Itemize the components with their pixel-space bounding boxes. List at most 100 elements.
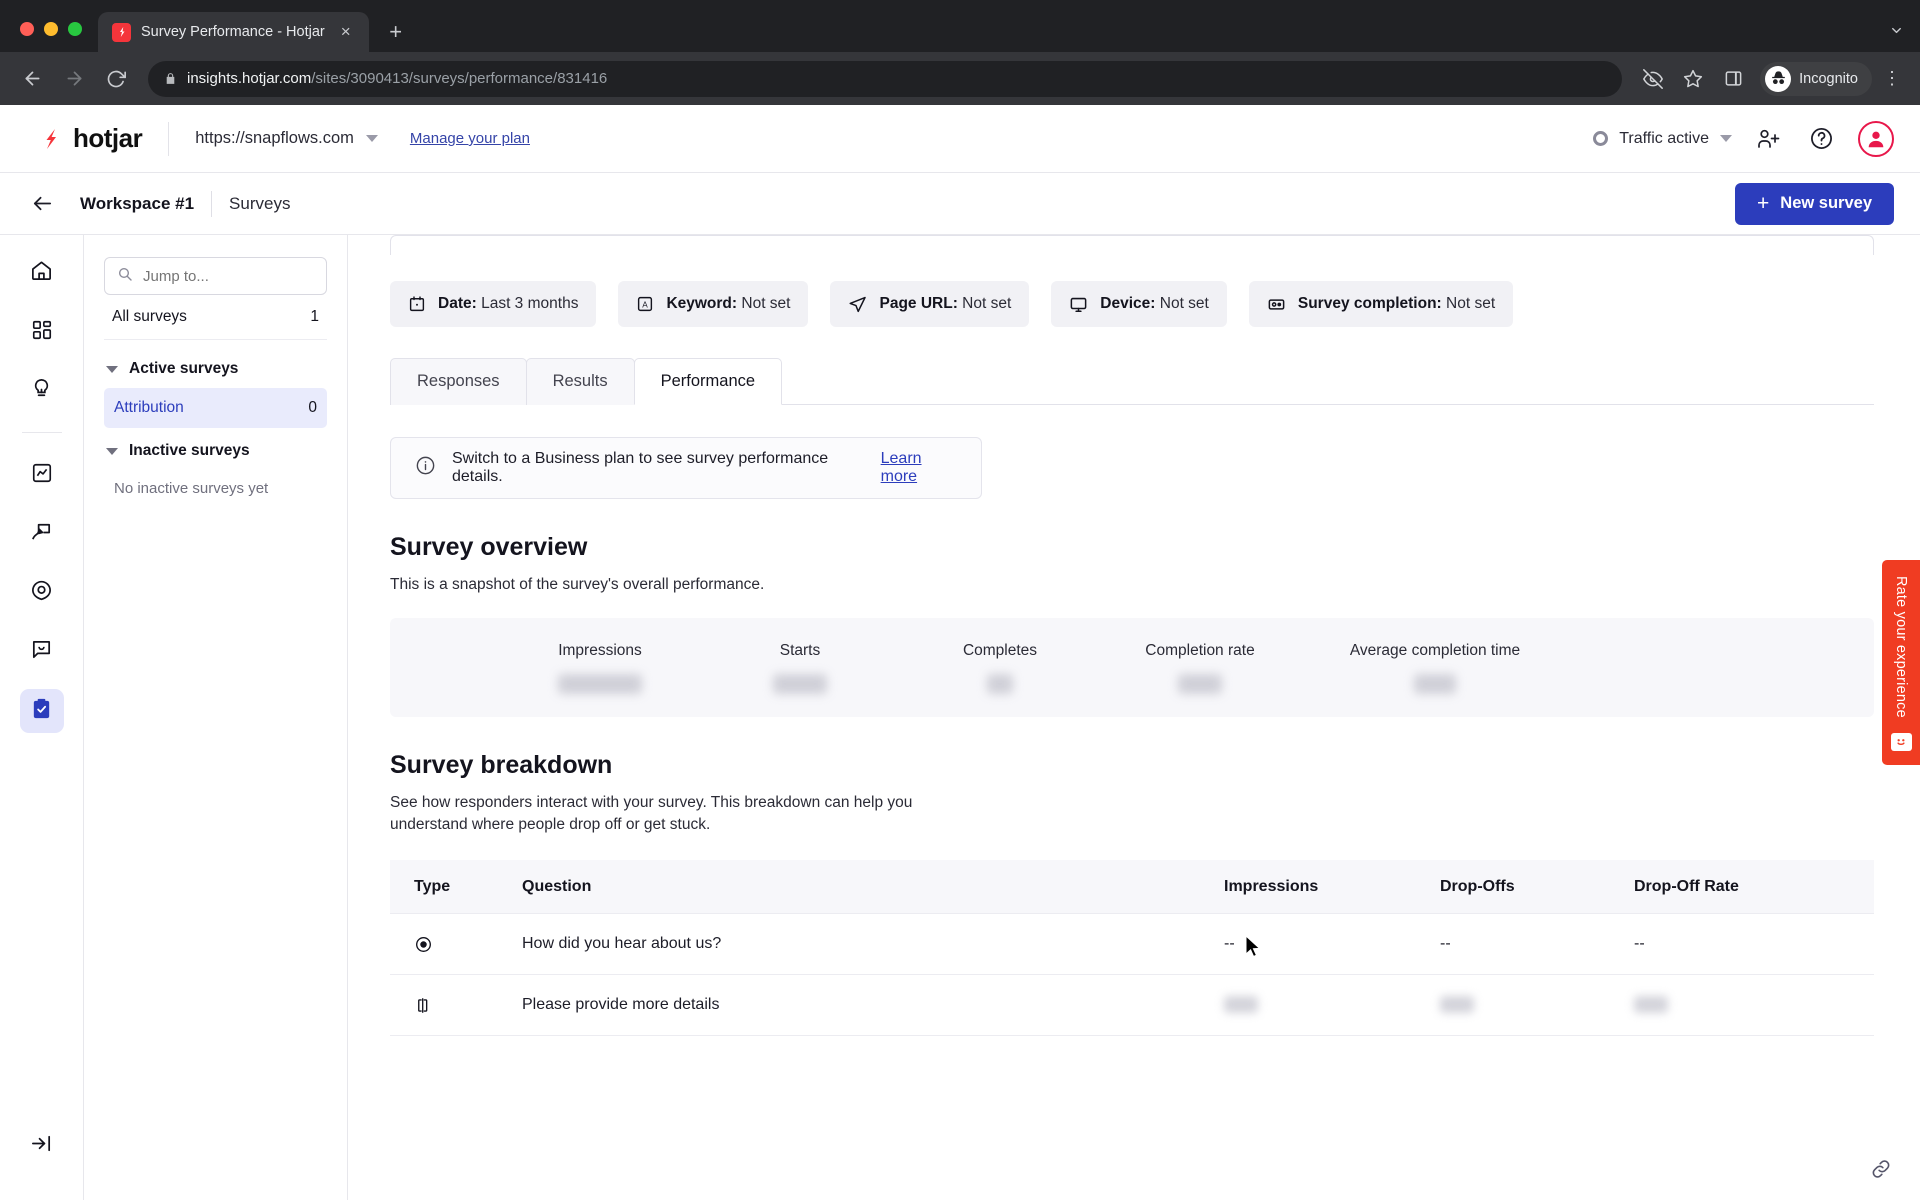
link-icon[interactable] <box>1868 1156 1894 1182</box>
reload-icon[interactable] <box>98 61 134 97</box>
collapse-panel-icon[interactable] <box>20 1121 64 1165</box>
search-input[interactable] <box>143 267 314 285</box>
minimize-window-button[interactable] <box>44 22 58 36</box>
workspace-name: Workspace #1 <box>80 193 195 213</box>
chevron-down-icon[interactable] <box>1889 23 1904 42</box>
survey-search[interactable] <box>104 257 327 295</box>
sidebar-item-feedback[interactable] <box>20 630 64 674</box>
maximize-window-button[interactable] <box>68 22 82 36</box>
row-drop-offs <box>1440 996 1634 1014</box>
hotjar-wordmark: hotjar <box>73 123 143 153</box>
close-tab-button[interactable]: × <box>335 21 357 43</box>
metric-starts: Starts <box>700 642 900 694</box>
header-divider <box>168 121 170 156</box>
traffic-status-label: Traffic active <box>1619 129 1709 147</box>
active-surveys-group[interactable]: Active surveys <box>104 346 327 388</box>
breadcrumb-separator <box>211 190 213 217</box>
profile-incognito-button[interactable]: Incognito <box>1760 61 1872 96</box>
close-window-button[interactable] <box>20 22 34 36</box>
back-arrow-icon[interactable] <box>22 184 62 224</box>
side-panel-icon[interactable] <box>1716 62 1750 96</box>
traffic-status-icon <box>1593 131 1609 146</box>
url-path: /sites/3090413/surveys/performance/83141… <box>311 70 608 87</box>
browser-tab[interactable]: Survey Performance - Hotjar × <box>98 12 369 52</box>
tab-responses[interactable]: Responses <box>390 358 527 405</box>
filter-date[interactable]: Date: Last 3 months <box>390 281 597 327</box>
filter-device[interactable]: Device: Not set <box>1051 281 1227 327</box>
back-icon[interactable] <box>14 61 50 97</box>
column-header-impressions: Impressions <box>1224 877 1319 895</box>
metric-label: Starts <box>779 641 821 659</box>
clipboard-check-icon <box>30 697 53 725</box>
site-name: https://snapflows.com <box>195 129 354 147</box>
filter-survey-completion[interactable]: Survey completion: Not set <box>1248 281 1514 327</box>
row-impressions <box>1224 996 1440 1014</box>
browser-menu-icon[interactable]: ⋮ <box>1878 68 1906 89</box>
hide-password-icon[interactable] <box>1636 62 1670 96</box>
filter-page-url[interactable]: Page URL: Not set <box>830 281 1030 327</box>
chevron-down-icon <box>106 447 118 455</box>
learn-more-link[interactable]: Learn more <box>881 450 957 486</box>
inactive-surveys-group[interactable]: Inactive surveys <box>104 428 327 470</box>
speech-bubble-icon <box>30 638 53 666</box>
bookmark-star-icon[interactable] <box>1676 62 1710 96</box>
active-surveys-label: Active surveys <box>129 360 239 377</box>
new-survey-button[interactable]: + New survey <box>1735 182 1894 225</box>
all-surveys-row[interactable]: All surveys 1 <box>104 295 327 340</box>
blurred-value <box>1634 996 1668 1014</box>
traffic-status-selector[interactable]: Traffic active <box>1593 130 1732 148</box>
search-icon <box>117 266 133 287</box>
help-icon[interactable] <box>1806 124 1836 154</box>
sidebar-item-recordings[interactable] <box>20 571 64 615</box>
survey-item-attribution[interactable]: Attribution 0 <box>104 388 327 428</box>
sidebar-item-highlights[interactable] <box>20 369 64 413</box>
survey-overview-title: Survey overview <box>390 533 588 561</box>
cursor-flag-icon <box>30 520 53 548</box>
column-header-type: Type <box>414 877 451 895</box>
upgrade-banner: Switch to a Business plan to see survey … <box>390 437 982 499</box>
page-content: hotjar https://snapflows.com Manage your… <box>0 105 1920 1200</box>
nav-rail <box>0 235 84 1200</box>
workspace-bar: Workspace #1 Surveys + New survey <box>0 173 1920 235</box>
sidebar-item-home[interactable] <box>20 251 64 295</box>
site-selector[interactable]: https://snapflows.com <box>195 129 378 148</box>
metric-value-blurred <box>1178 673 1222 694</box>
account-avatar[interactable] <box>1858 120 1894 157</box>
filter-bar: Date: Last 3 months A Keyword: Not set P… <box>390 255 1874 327</box>
sidebar-item-surveys[interactable] <box>19 689 64 733</box>
inactive-empty-note: No inactive surveys yet <box>114 480 269 497</box>
column-header-drop-offs: Drop-Offs <box>1440 877 1515 895</box>
table-header-row: Type Question Impressions Drop-Offs Drop… <box>390 860 1874 914</box>
all-surveys-label: All surveys <box>112 308 187 325</box>
calendar-icon <box>408 295 426 313</box>
invite-user-icon[interactable] <box>1754 124 1784 154</box>
rate-experience-label: Rate your experience <box>1893 576 1909 718</box>
forward-icon[interactable] <box>56 61 92 97</box>
filter-keyword-label: Keyword: <box>666 295 738 312</box>
table-row[interactable]: Please provide more details <box>390 975 1874 1036</box>
lightbulb-icon <box>30 377 53 405</box>
filter-date-value: Last 3 months <box>481 295 579 312</box>
sidebar-item-trends[interactable] <box>20 453 64 497</box>
tab-results[interactable]: Results <box>525 358 635 405</box>
address-bar[interactable]: insights.hotjar.com/sites/3090413/survey… <box>148 60 1623 97</box>
new-tab-button[interactable]: + <box>379 15 413 49</box>
metric-completion-rate: Completion rate <box>1100 642 1300 694</box>
tab-performance[interactable]: Performance <box>633 358 783 405</box>
filter-device-label: Device: <box>1100 295 1156 312</box>
sidebar-item-dashboards[interactable] <box>20 310 64 354</box>
filter-keyword-value: Not set <box>741 295 791 312</box>
filter-page-url-value: Not set <box>962 295 1012 312</box>
metric-completes: Completes <box>900 642 1100 694</box>
content-tabs: Responses Results Performance <box>390 357 1874 405</box>
plus-icon: + <box>1757 192 1770 215</box>
incognito-icon <box>1765 65 1792 92</box>
filter-keyword[interactable]: A Keyword: Not set <box>618 281 809 327</box>
sidebar-item-heatmaps[interactable] <box>20 512 64 556</box>
rate-experience-tab[interactable]: Rate your experience <box>1882 560 1920 765</box>
table-row[interactable]: How did you hear about us? -- -- -- <box>390 914 1874 975</box>
manage-plan-link[interactable]: Manage your plan <box>410 130 530 147</box>
breadcrumb[interactable]: Surveys <box>229 194 290 214</box>
chart-square-icon <box>31 462 53 489</box>
hotjar-logo[interactable]: hotjar <box>38 123 143 154</box>
